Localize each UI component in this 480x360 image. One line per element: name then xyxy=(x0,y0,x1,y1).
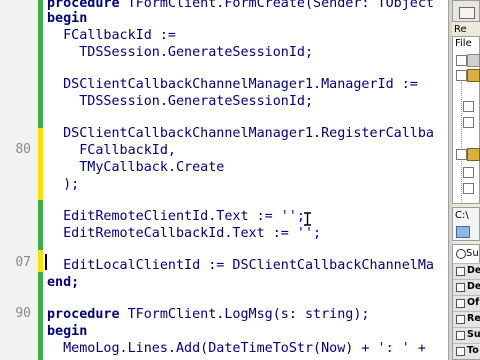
expand-icon xyxy=(456,267,465,276)
code-line-current: EditLocalClientId := DSClientCallbackCha… xyxy=(47,258,434,273)
code-line: MemoLog.Lines.Add(DateTimeToStr(Now) + '… xyxy=(47,341,426,356)
palette-category[interactable]: De xyxy=(453,263,480,279)
search-icon[interactable] xyxy=(456,249,466,259)
line-number: 80 xyxy=(15,142,31,157)
code-line: TDSSession.GenerateSessionId; xyxy=(47,94,314,109)
tree-node-icon[interactable] xyxy=(463,117,474,128)
palette-category[interactable]: To xyxy=(453,343,480,359)
search-label: Su xyxy=(466,248,479,259)
palette-category[interactable]: De xyxy=(453,279,480,295)
code-line: begin xyxy=(47,324,88,339)
project-icon xyxy=(467,69,480,82)
expand-icon xyxy=(456,347,465,356)
path-label: C:\ xyxy=(455,210,469,221)
line-number: 07 xyxy=(15,255,31,270)
palette-category-label: De xyxy=(467,281,480,292)
panel-label: File xyxy=(455,38,472,49)
change-bar xyxy=(38,250,43,272)
tree-node-icon[interactable] xyxy=(463,167,474,178)
change-bar xyxy=(38,272,43,360)
expand-icon xyxy=(456,299,465,308)
tree-node-icon[interactable] xyxy=(456,149,467,160)
code-editor[interactable]: 80 07 90 procedure TFormClient.FormCreat… xyxy=(0,0,448,360)
side-panel: Re File C:\ Su De De Of Re Su To xyxy=(452,0,480,360)
code-line: TMyCallback.Create xyxy=(47,160,225,175)
tool-panel-top xyxy=(452,0,480,22)
file-browser-panel: C:\ xyxy=(452,207,480,241)
code-line: EditRemoteCallbackId.Text := ''; xyxy=(47,226,322,241)
tree-node-icon[interactable] xyxy=(463,101,474,112)
palette-category-label: De xyxy=(467,265,480,276)
palette-category-label: Re xyxy=(467,313,480,324)
palette-category[interactable]: Re xyxy=(453,311,480,327)
code-line: TDSSession.GenerateSessionId; xyxy=(47,45,314,60)
project-icon xyxy=(467,148,480,161)
tree-node-icon[interactable] xyxy=(456,55,467,66)
palette-category[interactable]: Of xyxy=(453,295,480,311)
project-panel: File xyxy=(452,36,480,204)
expand-icon xyxy=(456,315,465,324)
expand-icon xyxy=(456,331,465,340)
tool-palette-panel: Su De De Of Re Su To xyxy=(452,244,480,360)
expand-icon xyxy=(456,283,465,292)
line-number: 90 xyxy=(15,306,31,321)
palette-category-label: Of xyxy=(467,297,480,308)
palette-category[interactable]: Su xyxy=(453,327,480,343)
code-line: DSClientCallbackChannelManager1.ManagerI… xyxy=(47,77,418,92)
project-icon xyxy=(467,54,480,67)
code-line: procedure TFormClient.FormCreate(Sender:… xyxy=(47,0,434,11)
palette-category-label: Su xyxy=(467,329,480,340)
i-beam-cursor-icon xyxy=(304,212,311,226)
code-line: EditRemoteClientId.Text := ''; xyxy=(47,209,305,224)
code-line: end; xyxy=(47,275,80,290)
code-line: procedure TFormClient.LogMsg(s: string); xyxy=(47,307,370,322)
text-caret xyxy=(45,254,47,270)
code-line: FCallbackId := xyxy=(47,28,176,43)
code-line: FCallbackId, xyxy=(47,143,176,158)
change-bar xyxy=(38,128,43,200)
folder-icon[interactable] xyxy=(456,226,470,238)
tree-node-icon[interactable] xyxy=(463,183,474,194)
tree-node-icon[interactable] xyxy=(456,70,467,81)
code-line: DSClientCallbackChannelManager1.Register… xyxy=(47,126,434,141)
change-bar xyxy=(38,200,43,250)
toolbar-icon[interactable] xyxy=(459,7,475,19)
code-line: begin xyxy=(47,11,88,26)
change-bar xyxy=(38,0,43,128)
code-line: ); xyxy=(47,177,80,192)
panel-label: Re xyxy=(454,24,467,35)
palette-category-label: To xyxy=(467,345,479,356)
